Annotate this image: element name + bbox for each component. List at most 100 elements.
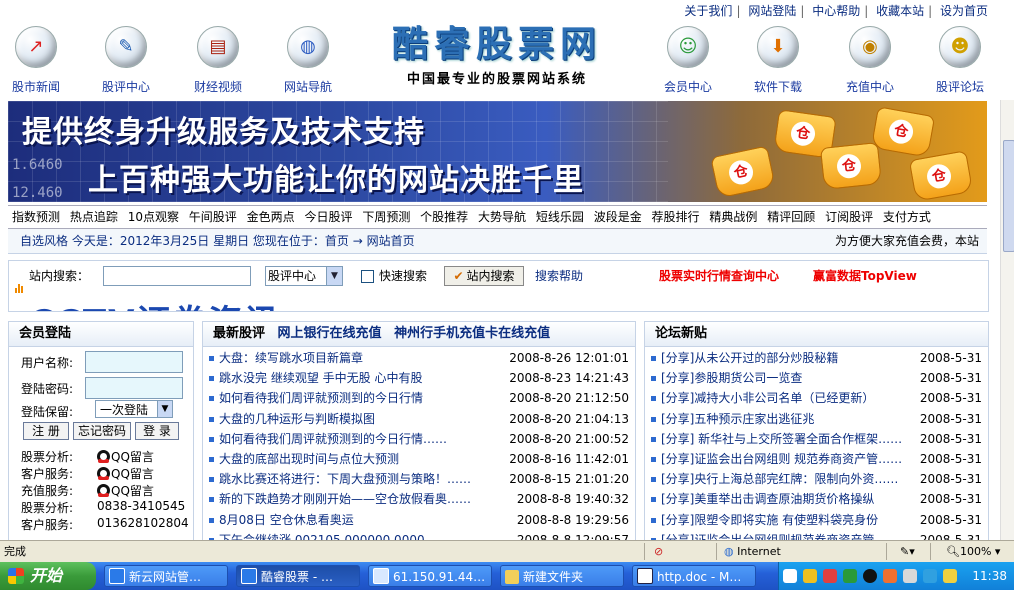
menu-item[interactable]: 波段是金 [594, 210, 642, 224]
taskbar-button[interactable]: 新建文件夹 [500, 565, 624, 587]
promo-banner[interactable]: 1.6460 12.460 提供终身升级服务及技术支持 上百种强大功能让你的网站… [8, 101, 987, 202]
qq-penguin-icon[interactable] [863, 569, 877, 583]
scrollbar-thumb[interactable] [1003, 140, 1014, 252]
usb-icon[interactable] [903, 569, 917, 583]
globe-icon: ◍ [724, 545, 734, 558]
menu-item[interactable]: 个股推荐 [420, 210, 468, 224]
menu-item[interactable]: 精评回顾 [767, 210, 815, 224]
zoom-level[interactable]: 🔍︎100% ▾ [946, 541, 1000, 562]
taskbar-button[interactable]: 新云网站管… [104, 565, 228, 587]
cctv-marquee[interactable]: CCTV证券资讯 [29, 295, 280, 311]
top-link-help[interactable]: 中心帮助 [812, 4, 860, 18]
top-link-bookmark[interactable]: 收藏本站 [876, 4, 924, 18]
password-input[interactable] [85, 377, 183, 399]
forgot-password-button[interactable]: 忘记密码 [73, 422, 131, 440]
remote-desktop-icon [373, 568, 389, 584]
qq-penguin-icon [97, 450, 110, 463]
login-button[interactable]: 登 录 [135, 422, 179, 440]
nav-software-download[interactable]: ⬇ 软件下载 [736, 22, 820, 95]
register-button[interactable]: 注 册 [23, 422, 69, 440]
list-item[interactable]: 大盘的底部出现时间与点位大预测 2008-8-16 11:42:01 [203, 449, 635, 469]
list-item[interactable]: [分享]证监会出台网组则 规范券商资产管…… 2008-5-31 [645, 449, 988, 469]
menu-item[interactable]: 短线乐园 [536, 210, 584, 224]
panel-title: 论坛新贴 [645, 322, 988, 347]
list-item[interactable]: [分享]参股期货公司一览查 2008-5-31 [645, 368, 988, 388]
online-bank-recharge-link[interactable]: 网上银行在线充值 [278, 326, 382, 341]
qq-message-link[interactable]: QQ留言 [97, 482, 154, 499]
taskbar-button[interactable]: 酷睿股票 - … [236, 565, 360, 587]
topview-link[interactable]: 赢富数据TopView [813, 265, 917, 287]
list-item[interactable]: 跳水没完 继续观望 手中无股 心中有股 2008-8-23 14:21:43 [203, 368, 635, 388]
list-item[interactable]: [分享]从未公开过的部分炒股秘籍 2008-5-31 [645, 348, 988, 368]
search-button[interactable]: ✔ 站内搜索 [444, 266, 524, 286]
nav-stock-forum[interactable]: ☻ 股评论坛 [918, 22, 1002, 95]
list-item[interactable]: [分享]五种预示庄家出逃征兆 2008-5-31 [645, 409, 988, 429]
nav-site-guide[interactable]: ◍ 网站导航 [266, 22, 350, 95]
realtime-quotes-link[interactable]: 股票实时行情查询中心 [659, 265, 779, 287]
security-zone[interactable]: ◍ Internet [724, 541, 781, 562]
search-category-select[interactable]: 股评中心 ▼ [265, 266, 343, 286]
menu-item[interactable]: 热点追踪 [70, 210, 118, 224]
list-item[interactable]: 如何看待我们周评就预测到的今日行情 2008-8-20 21:12:50 [203, 388, 635, 408]
warehouse-bag-icon [870, 106, 936, 158]
nav-member-center[interactable]: ☺ 会员中心 [646, 22, 730, 95]
qq-message-link[interactable]: QQ留言 [97, 448, 154, 465]
nav-stock-news[interactable]: ↗ 股市新闻 [0, 22, 78, 95]
search-input[interactable] [103, 266, 251, 286]
qq-message-link[interactable]: QQ留言 [97, 465, 154, 482]
volume-icon[interactable] [883, 569, 897, 583]
bullet-icon [651, 356, 656, 361]
list-item[interactable]: [分享]减持大小非公司名单（已经更新） 2008-5-31 [645, 388, 988, 408]
site-logo[interactable]: 酷睿股票网 中国最专业的股票网站系统 [372, 22, 622, 94]
taskbar-button[interactable]: http.doc - M… [632, 565, 756, 587]
quick-search-checkbox[interactable] [361, 270, 374, 283]
shield-icon[interactable] [943, 569, 957, 583]
list-item[interactable]: 跳水比赛还将进行：下周大盘预测与策略！…… 2008-8-15 21:01:20 [203, 469, 635, 489]
keep-login-value: 一次登陆 [100, 403, 149, 417]
keyboard-icon[interactable] [783, 569, 797, 583]
nav-stock-review[interactable]: ✎ 股评中心 [84, 22, 168, 95]
phone-card-recharge-link[interactable]: 神州行手机充值卡在线充值 [394, 326, 550, 341]
list-item[interactable]: 大盘的几种运形与判断模拟图 2008-8-20 21:04:13 [203, 409, 635, 429]
menu-item[interactable]: 午间股评 [189, 210, 237, 224]
top-link-homepage[interactable]: 设为首页 [940, 4, 988, 18]
menu-item[interactable]: 今日股评 [304, 210, 352, 224]
antivirus-icon[interactable] [843, 569, 857, 583]
menu-item[interactable]: 指数预测 [12, 210, 60, 224]
menu-item[interactable]: 荐股排行 [652, 210, 700, 224]
menu-item[interactable]: 订阅股评 [825, 210, 873, 224]
list-item[interactable]: [分享]限塑令即将实施 有使塑料袋亮身份 2008-5-31 [645, 510, 988, 530]
menu-item[interactable]: 精典战例 [709, 210, 757, 224]
taskbar-clock[interactable]: 11:38 [972, 562, 1007, 590]
menu-item[interactable]: 大势导航 [478, 210, 526, 224]
nav-finance-video[interactable]: ▤ 财经视频 [176, 22, 260, 95]
menu-item[interactable]: 金色两点 [247, 210, 295, 224]
member-login-panel: 会员登陆 用户名称: 登陆密码: 登陆保留: 一次登陆 ▼ 注 册 忘记密码 登… [8, 321, 194, 545]
nav-recharge-center[interactable]: ◉ 充值中心 [828, 22, 912, 95]
list-item[interactable]: 新的下跌趋势才刚刚开始——空仓放假看奥…… 2008-8-8 19:40:32 [203, 489, 635, 509]
page-scrollbar[interactable] [1000, 100, 1014, 540]
search-help-link[interactable]: 搜索帮助 [535, 265, 583, 287]
protected-mode-icon[interactable]: ✎▾ [900, 541, 915, 562]
list-item[interactable]: 大盘：续写跳水项目新篇章 2008-8-26 12:01:01 [203, 348, 635, 368]
popup-blocked-icon[interactable]: ⊘ [654, 541, 663, 562]
top-link-login[interactable]: 网站登陆 [748, 4, 796, 18]
username-input[interactable] [85, 351, 183, 373]
menu-item[interactable]: 10点观察 [128, 210, 179, 224]
taskbar-button[interactable]: 61.150.91.44… [368, 565, 492, 587]
list-item[interactable]: [分享]央行上海总部完红牌：限制向外资…… 2008-5-31 [645, 469, 988, 489]
contact-label: 股票分析: [21, 501, 74, 515]
update-icon[interactable] [923, 569, 937, 583]
breadcrumb[interactable]: 自选风格 今天是：2012年3月25日 星期日 您现在位于：首页 → 网站首页 [20, 229, 415, 253]
help-icon[interactable] [803, 569, 817, 583]
start-button[interactable]: 开始 [0, 562, 96, 590]
list-item[interactable]: [分享]美重举出击调查原油期货价格操纵 2008-5-31 [645, 489, 988, 509]
menu-item[interactable]: 支付方式 [883, 210, 931, 224]
list-item[interactable]: [分享] 新华社与上交所签署全面合作框架…… 2008-5-31 [645, 429, 988, 449]
list-item[interactable]: 8月08日 空仓休息看奥运 2008-8-8 19:29:56 [203, 510, 635, 530]
menu-item[interactable]: 下周预测 [362, 210, 410, 224]
network-icon[interactable] [823, 569, 837, 583]
keep-login-select[interactable]: 一次登陆 ▼ [95, 400, 173, 418]
top-link-about[interactable]: 关于我们 [684, 4, 732, 18]
list-item[interactable]: 如何看待我们周评就预测到的今日行情…… 2008-8-20 21:00:52 [203, 429, 635, 449]
